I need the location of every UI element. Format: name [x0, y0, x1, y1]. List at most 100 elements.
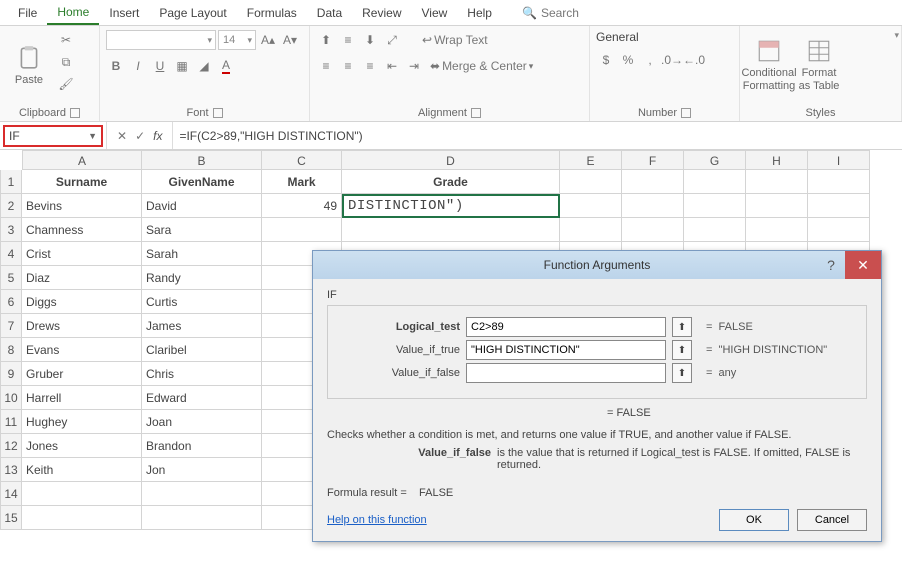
fx-icon[interactable]: fx — [153, 129, 162, 143]
formula-bar[interactable]: =IF(C2>89,"HIGH DISTINCTION") — [173, 129, 902, 143]
cell[interactable]: Evans — [22, 338, 142, 362]
tab-home[interactable]: Home — [47, 1, 99, 25]
cell[interactable]: Gruber — [22, 362, 142, 386]
underline-button[interactable]: U — [150, 56, 170, 76]
orientation-button[interactable]: ⤢ — [382, 30, 402, 50]
row-header-7[interactable]: 7 — [0, 314, 22, 338]
cell[interactable]: Harrell — [22, 386, 142, 410]
col-header-H[interactable]: H — [746, 150, 808, 170]
cell[interactable] — [342, 218, 560, 242]
cell[interactable]: Surname — [22, 170, 142, 194]
cell[interactable]: Bevins — [22, 194, 142, 218]
cut-button[interactable]: ✂ — [56, 30, 76, 50]
format-painter-button[interactable]: 🖌 — [56, 74, 76, 94]
cell[interactable]: 49 — [262, 194, 342, 218]
col-header-A[interactable]: A — [22, 150, 142, 170]
font-size-combo[interactable]: 14 — [218, 30, 256, 50]
collapse-dialog-button[interactable]: ⬆ — [672, 363, 692, 383]
cell[interactable]: Hughey — [22, 410, 142, 434]
align-right-button[interactable]: ≡ — [360, 56, 380, 76]
name-box[interactable]: IF ▼ — [3, 125, 103, 147]
cell[interactable]: Drews — [22, 314, 142, 338]
clipboard-dialog-launcher[interactable] — [70, 108, 80, 118]
collapse-dialog-button[interactable]: ⬆ — [672, 340, 692, 360]
help-on-function-link[interactable]: Help on this function — [327, 514, 427, 526]
decrease-indent-button[interactable]: ⇤ — [382, 56, 402, 76]
copy-button[interactable]: ⧉ — [56, 52, 76, 72]
active-cell[interactable]: DISTINCTION") — [342, 194, 560, 218]
cell[interactable] — [808, 170, 870, 194]
tab-review[interactable]: Review — [352, 2, 411, 24]
row-header-13[interactable]: 13 — [0, 458, 22, 482]
dialog-help-button[interactable]: ? — [817, 251, 845, 279]
cell[interactable]: Chris — [142, 362, 262, 386]
cell[interactable]: Jones — [22, 434, 142, 458]
font-dialog-launcher[interactable] — [213, 108, 223, 118]
cell[interactable] — [142, 506, 262, 530]
align-left-button[interactable]: ≡ — [316, 56, 336, 76]
row-header-11[interactable]: 11 — [0, 410, 22, 434]
row-header-4[interactable]: 4 — [0, 242, 22, 266]
cell[interactable]: Crist — [22, 242, 142, 266]
fill-color-button[interactable]: ◢ — [194, 56, 214, 76]
row-header-5[interactable]: 5 — [0, 266, 22, 290]
cell[interactable]: David — [142, 194, 262, 218]
tab-page-layout[interactable]: Page Layout — [149, 2, 236, 24]
font-name-combo[interactable] — [106, 30, 216, 50]
row-header-2[interactable]: 2 — [0, 194, 22, 218]
decrease-decimal-button[interactable]: ←.0 — [684, 50, 704, 70]
cell[interactable]: Joan — [142, 410, 262, 434]
cell[interactable] — [22, 482, 142, 506]
dialog-close-button[interactable]: ✕ — [845, 251, 881, 279]
cell[interactable] — [560, 170, 622, 194]
cell[interactable]: Randy — [142, 266, 262, 290]
cell[interactable] — [622, 218, 684, 242]
row-header-6[interactable]: 6 — [0, 290, 22, 314]
cell[interactable]: Keith — [22, 458, 142, 482]
tab-view[interactable]: View — [412, 2, 458, 24]
cell[interactable] — [684, 218, 746, 242]
row-header-10[interactable]: 10 — [0, 386, 22, 410]
font-color-button[interactable]: A — [216, 56, 236, 76]
tab-insert[interactable]: Insert — [99, 2, 149, 24]
border-button[interactable]: ▦ — [172, 56, 192, 76]
cell[interactable]: Jon — [142, 458, 262, 482]
col-header-F[interactable]: F — [622, 150, 684, 170]
row-header-12[interactable]: 12 — [0, 434, 22, 458]
row-header-1[interactable]: 1 — [0, 170, 22, 194]
cell[interactable] — [746, 194, 808, 218]
cell[interactable]: Grade — [342, 170, 560, 194]
cell[interactable] — [746, 170, 808, 194]
row-header-15[interactable]: 15 — [0, 506, 22, 530]
cell[interactable] — [560, 194, 622, 218]
tab-formulas[interactable]: Formulas — [237, 2, 307, 24]
cell[interactable] — [262, 218, 342, 242]
cell[interactable]: GivenName — [142, 170, 262, 194]
increase-indent-button[interactable]: ⇥ — [404, 56, 424, 76]
number-dialog-launcher[interactable] — [681, 108, 691, 118]
currency-button[interactable]: $ — [596, 50, 616, 70]
align-middle-button[interactable]: ≡ — [338, 30, 358, 50]
cell[interactable] — [808, 218, 870, 242]
cell[interactable] — [684, 170, 746, 194]
cell[interactable] — [142, 482, 262, 506]
cell[interactable]: Claribel — [142, 338, 262, 362]
align-center-button[interactable]: ≡ — [338, 56, 358, 76]
dialog-titlebar[interactable]: Function Arguments ? ✕ — [313, 251, 881, 279]
arg-input-1[interactable] — [466, 340, 666, 360]
cell[interactable]: Sara — [142, 218, 262, 242]
row-header-8[interactable]: 8 — [0, 338, 22, 362]
row-header-14[interactable]: 14 — [0, 482, 22, 506]
cell[interactable]: James — [142, 314, 262, 338]
cell[interactable]: Mark — [262, 170, 342, 194]
cell[interactable] — [622, 170, 684, 194]
decrease-font-button[interactable]: A▾ — [280, 30, 300, 50]
cell[interactable] — [808, 194, 870, 218]
cell[interactable] — [560, 218, 622, 242]
format-as-table-button[interactable]: Format as Table — [796, 30, 842, 100]
col-header-C[interactable]: C — [262, 150, 342, 170]
row-header-9[interactable]: 9 — [0, 362, 22, 386]
merge-center-button[interactable]: ⬌Merge & Center▾ — [426, 56, 537, 76]
col-header-I[interactable]: I — [808, 150, 870, 170]
search-box[interactable]: 🔍 Search — [522, 6, 579, 20]
